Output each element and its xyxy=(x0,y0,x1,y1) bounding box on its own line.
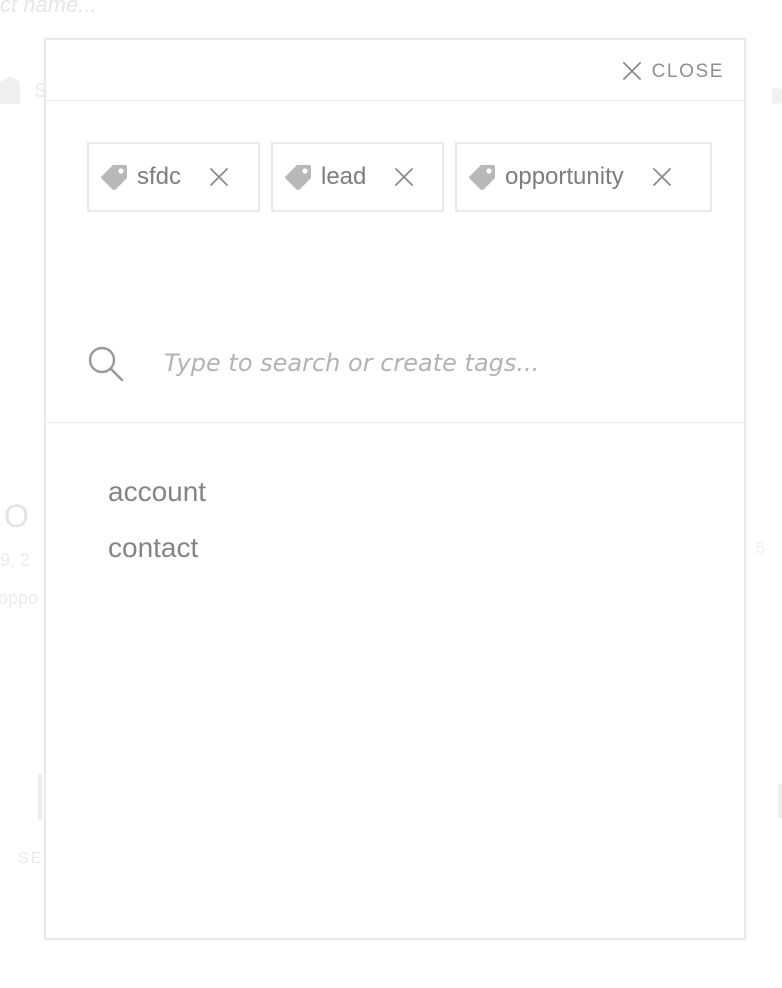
suggestion-item-account[interactable]: account xyxy=(108,472,206,528)
tag-chip-sfdc[interactable]: sfdc xyxy=(87,142,260,212)
background-divider-right xyxy=(778,784,782,818)
background-heading: O xyxy=(4,498,30,534)
remove-tag-icon[interactable] xyxy=(394,167,414,187)
tag-icon xyxy=(101,165,127,190)
remove-tag-icon[interactable] xyxy=(209,167,229,187)
background-tag-icon xyxy=(0,76,20,104)
remove-tag-icon[interactable] xyxy=(652,167,672,187)
tag-chip-label: sfdc xyxy=(137,163,182,190)
tag-chip-lead[interactable]: lead xyxy=(271,142,444,212)
tag-icon xyxy=(285,165,311,190)
search-icon xyxy=(88,346,124,382)
suggestion-item-contact[interactable]: contact xyxy=(108,528,206,584)
close-button[interactable]: CLOSE xyxy=(622,60,724,82)
background-search-text: ct name... xyxy=(0,0,97,17)
background-date: 9, 2 xyxy=(0,550,31,570)
background-marker xyxy=(772,88,782,104)
tag-chip-label: opportunity xyxy=(505,163,624,190)
tag-icon xyxy=(469,165,495,190)
tag-chip-label: lead xyxy=(321,163,367,190)
tag-chip-opportunity[interactable]: opportunity xyxy=(455,142,712,212)
tag-search-row xyxy=(46,322,744,423)
background-divider-left xyxy=(38,774,42,820)
selected-tags: sfdc lead opportunity xyxy=(87,142,723,212)
close-label: CLOSE xyxy=(651,61,724,82)
modal-header: CLOSE xyxy=(46,40,744,101)
tag-editor-modal: CLOSE sfdc lead opportunity Type to sear… xyxy=(44,38,746,940)
background-right-text: 5 xyxy=(756,540,765,557)
background-section-label: SE xyxy=(18,850,44,867)
tag-search-input[interactable] xyxy=(164,338,704,388)
background-tag-text: oppo xyxy=(0,588,39,608)
close-icon xyxy=(622,62,641,80)
tag-suggestion-list: account contact xyxy=(108,472,206,584)
